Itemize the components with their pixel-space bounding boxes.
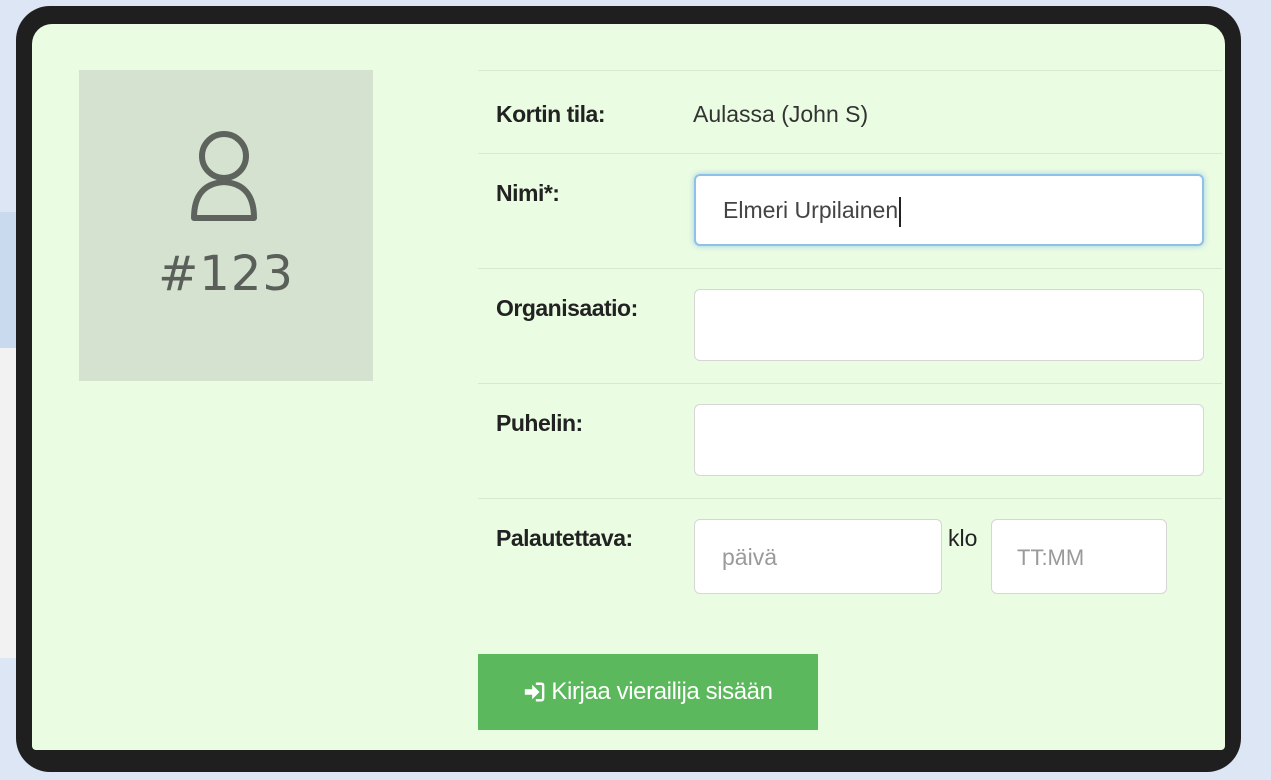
phone-label: Puhelin: xyxy=(496,410,583,436)
klo-label: klo xyxy=(948,525,978,551)
return-time-placeholder: TT:MM xyxy=(1017,545,1085,570)
visitor-dialog-frame: #123 Kortin tila: Aulassa (John S) Nimi*… xyxy=(16,6,1241,772)
status-label: Kortin tila: xyxy=(496,101,606,127)
card-number: #123 xyxy=(158,246,294,302)
return-time-input[interactable]: TT:MM xyxy=(991,519,1167,594)
form-row-organization: Organisaatio: xyxy=(478,268,1222,383)
organization-input[interactable] xyxy=(694,289,1204,361)
return-date-input[interactable]: päivä xyxy=(694,519,942,594)
text-caret xyxy=(899,196,902,227)
form-row-return: Palautettava: päivä klo TT:MM xyxy=(478,498,1222,609)
visitor-dialog: #123 Kortin tila: Aulassa (John S) Nimi*… xyxy=(32,24,1225,750)
name-input[interactable]: Elmeri Urpilainen xyxy=(694,174,1204,246)
name-label: Nimi*: xyxy=(496,180,560,206)
phone-input[interactable] xyxy=(694,404,1204,476)
status-value: Aulassa (John S) xyxy=(693,101,869,127)
form-row-phone: Puhelin: xyxy=(478,383,1222,498)
organization-label: Organisaatio: xyxy=(496,295,638,321)
form-row-status: Kortin tila: Aulassa (John S) xyxy=(478,70,1222,153)
return-label: Palautettava: xyxy=(496,525,633,551)
visitor-form: Kortin tila: Aulassa (John S) Nimi*: Elm… xyxy=(478,70,1222,609)
check-in-visitor-button[interactable]: Kirjaa vierailija sisään xyxy=(478,654,818,730)
name-input-value: Elmeri Urpilainen xyxy=(723,197,899,223)
return-date-placeholder: päivä xyxy=(722,544,777,570)
sign-in-icon xyxy=(525,682,545,702)
user-outline-icon xyxy=(191,131,257,221)
check-in-visitor-label: Kirjaa vierailija sisään xyxy=(551,678,773,705)
visitor-card-avatar: #123 xyxy=(79,70,373,381)
form-row-name: Nimi*: Elmeri Urpilainen xyxy=(478,153,1222,268)
